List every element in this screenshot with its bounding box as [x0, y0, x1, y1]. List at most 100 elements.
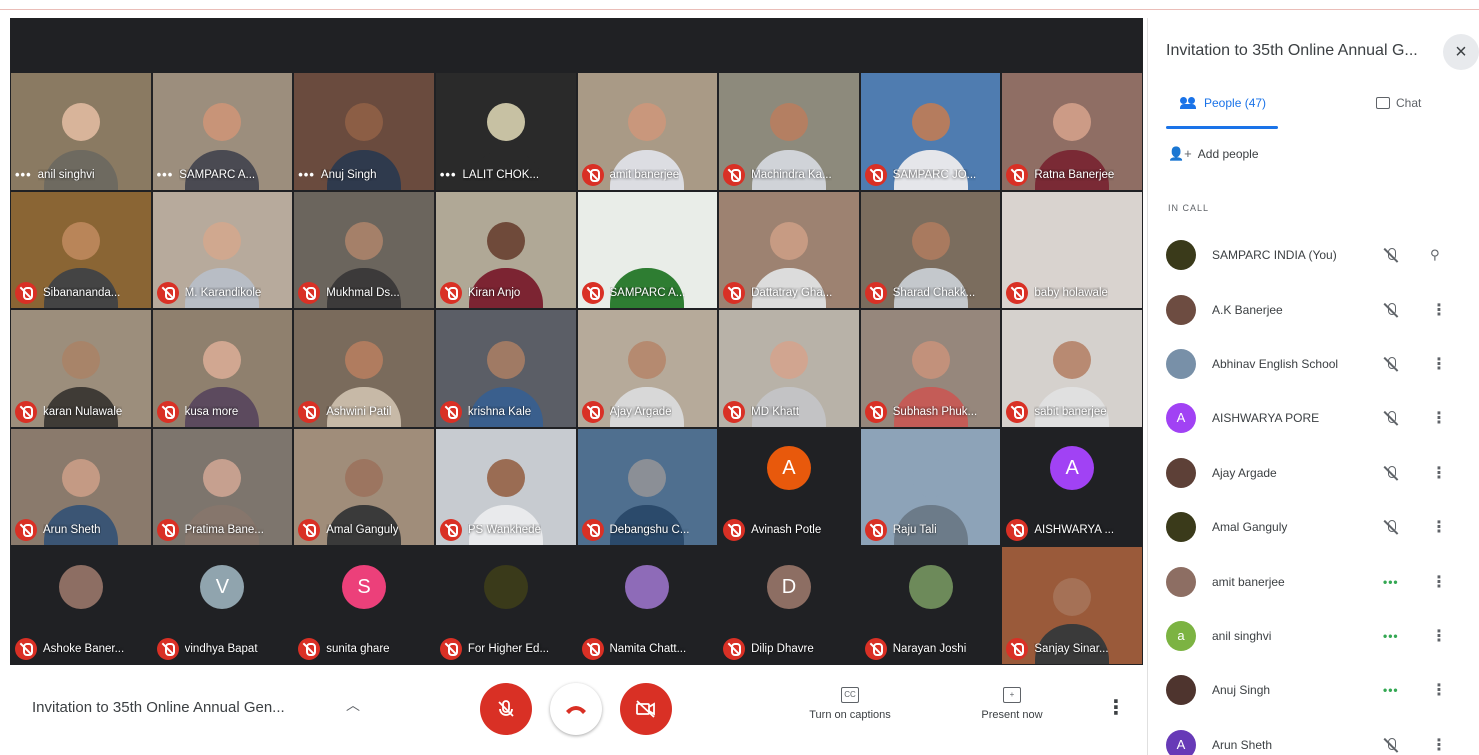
mic-toggle-button[interactable]	[480, 683, 532, 735]
people-icon	[1180, 97, 1198, 109]
participant-name: Sharad Chakk...	[892, 287, 976, 300]
participant-name: SAMPARC A...	[609, 287, 686, 300]
participant-row[interactable]: Amal Ganguly ⋮	[1148, 500, 1479, 554]
participant-tile[interactable]: krishna Kale	[435, 310, 576, 427]
hang-up-icon	[566, 706, 586, 714]
control-bar: Invitation to 35th Online Annual Gen... …	[10, 665, 1143, 755]
participant-tile[interactable]: ••• Anuj Singh	[294, 73, 434, 190]
participant-row[interactable]: A Arun Sheth ⋮	[1148, 718, 1479, 755]
participant-tile[interactable]: Narayan Joshi	[860, 547, 1001, 664]
participant-tile[interactable]: amit banerjee	[577, 73, 718, 190]
participant-row[interactable]: A.K Banerjee ⋮	[1148, 282, 1479, 336]
participant-name: Pratima Bane...	[184, 524, 264, 537]
captions-button[interactable]: CC Turn on captions	[790, 687, 910, 721]
participant-row[interactable]: a anil singhvi ••• ⋮	[1148, 609, 1479, 663]
participant-tile[interactable]: MD Khatt	[719, 310, 859, 427]
participant-tile[interactable]: A Avinash Potle	[719, 428, 859, 546]
participant-tile[interactable]: Namita Chatt...	[577, 547, 718, 664]
more-options-icon[interactable]: ⋮	[1431, 680, 1447, 700]
mic-off-icon	[581, 400, 604, 423]
participant-face	[628, 103, 667, 142]
participant-name: anil singhvi	[1212, 628, 1272, 643]
participant-tile[interactable]: Sanjay Sinar...	[1002, 547, 1142, 664]
mic-off-icon	[1006, 400, 1029, 423]
pin-icon[interactable]: ⚲	[1430, 247, 1440, 263]
participant-row[interactable]: Abhinav English School ⋮	[1148, 337, 1479, 391]
participant-name: Abhinav English School	[1212, 356, 1339, 371]
participant-tile[interactable]: M. Karandikole	[152, 191, 293, 309]
mic-off-icon	[723, 637, 746, 660]
participant-tile[interactable]: sabit banerjee	[1002, 310, 1142, 427]
participant-tile[interactable]: karan Nulawale	[11, 310, 151, 427]
participant-tile[interactable]: kusa more	[152, 310, 293, 427]
participant-tile[interactable]: ••• LALIT CHOK...	[435, 73, 576, 190]
participant-face	[769, 340, 808, 379]
participant-tile[interactable]: ••• anil singhvi	[11, 73, 151, 190]
present-button[interactable]: + Present now	[952, 687, 1072, 721]
participant-tile[interactable]: baby holawale	[1002, 191, 1142, 309]
more-options-icon[interactable]: ⋮	[1431, 735, 1447, 755]
more-options-icon[interactable]: ⋮	[1431, 354, 1447, 374]
participant-tile[interactable]: A AISHWARYA ...	[1002, 428, 1142, 546]
mic-off-icon	[15, 282, 37, 305]
avatar	[58, 565, 103, 610]
participant-tile[interactable]: ••• SAMPARC A...	[152, 73, 293, 190]
more-options-icon[interactable]: ⋮	[1431, 517, 1447, 537]
participant-row[interactable]: A AISHWARYA PORE ⋮	[1148, 391, 1479, 445]
avatar	[625, 565, 670, 610]
chevron-up-icon[interactable]: ︿	[346, 695, 360, 715]
participant-tile[interactable]: Ssunita ghare	[294, 547, 434, 664]
participant-tile[interactable]: Dattatray Gha...	[719, 191, 859, 309]
participant-row[interactable]: SAMPARC INDIA (You) ⚲	[1148, 228, 1479, 282]
participant-tile[interactable]: PS Wankhede	[435, 428, 576, 546]
participant-row[interactable]: amit banerjee ••• ⋮	[1148, 554, 1479, 608]
more-options-icon[interactable]: ⋮	[1431, 408, 1447, 428]
participant-tile[interactable]: D Dilip Dhavre	[719, 547, 859, 664]
participant-tile[interactable]: Arun Sheth	[11, 428, 151, 546]
participant-tile[interactable]: Subhash Phuk...	[860, 310, 1001, 427]
meeting-title[interactable]: Invitation to 35th Online Annual Gen...	[32, 699, 285, 716]
participant-tile[interactable]: Sibanananda...	[11, 191, 151, 309]
participant-tile[interactable]: For Higher Ed...	[435, 547, 576, 664]
participant-name: Amal Ganguly	[326, 524, 399, 537]
tile-label: Ajay Argade	[581, 400, 714, 423]
participant-tile[interactable]: Ratna Banerjee	[1002, 73, 1142, 190]
participant-tile[interactable]: Machindra Ka...	[719, 73, 859, 190]
leave-call-button[interactable]	[550, 683, 602, 735]
participant-tile[interactable]: Vvindhya Bapat	[152, 547, 293, 664]
participant-row[interactable]: Ajay Argade ⋮	[1148, 446, 1479, 500]
participant-face	[61, 103, 100, 142]
participant-tile[interactable]: Ashoke Baner...	[11, 547, 151, 664]
tab-chat[interactable]: Chat	[1376, 96, 1421, 110]
speaking-icon: •••	[1383, 574, 1399, 589]
participant-tile[interactable]: Mukhmal Ds...	[294, 191, 434, 309]
more-options-icon[interactable]: ⋮	[1431, 626, 1447, 646]
participant-tile[interactable]: Ashwini Patil	[294, 310, 434, 427]
avatar	[1166, 457, 1196, 488]
add-people-button[interactable]: 👤+ Add people	[1168, 146, 1259, 162]
participant-name: Ajay Argade	[609, 405, 672, 418]
participant-tile[interactable]: SAMPARC JO...	[860, 73, 1001, 190]
participant-tile[interactable]: Sharad Chakk...	[860, 191, 1001, 309]
participant-name: Mukhmal Ds...	[326, 287, 400, 300]
more-options-icon[interactable]: ⋮	[1431, 572, 1447, 592]
close-icon[interactable]: ×	[1443, 34, 1479, 70]
participant-tile[interactable]: Ajay Argade	[577, 310, 718, 427]
participant-name: krishna Kale	[467, 405, 532, 418]
tile-label: Sharad Chakk...	[864, 282, 997, 305]
mic-off-icon	[581, 519, 604, 542]
participant-tile[interactable]: Pratima Bane...	[152, 428, 293, 546]
participant-tile[interactable]: Kiran Anjo	[435, 191, 576, 309]
participant-row[interactable]: Anuj Singh ••• ⋮	[1148, 663, 1479, 717]
tab-people[interactable]: People (47)	[1180, 96, 1266, 110]
participant-tile[interactable]: Raju Tali	[860, 428, 1001, 546]
participant-tile[interactable]: Amal Ganguly	[294, 428, 434, 546]
tile-label: ••• Anuj Singh	[298, 164, 430, 186]
camera-toggle-button[interactable]	[620, 683, 672, 735]
participant-tile[interactable]: SAMPARC A...	[577, 191, 718, 309]
more-options-icon[interactable]: ⋮	[1431, 300, 1447, 320]
more-options-icon[interactable]: ⋮	[1431, 463, 1447, 483]
mic-off-icon	[498, 700, 514, 717]
more-options-icon[interactable]: ⋮	[1106, 695, 1126, 720]
participant-tile[interactable]: Debangshu C...	[577, 428, 718, 546]
